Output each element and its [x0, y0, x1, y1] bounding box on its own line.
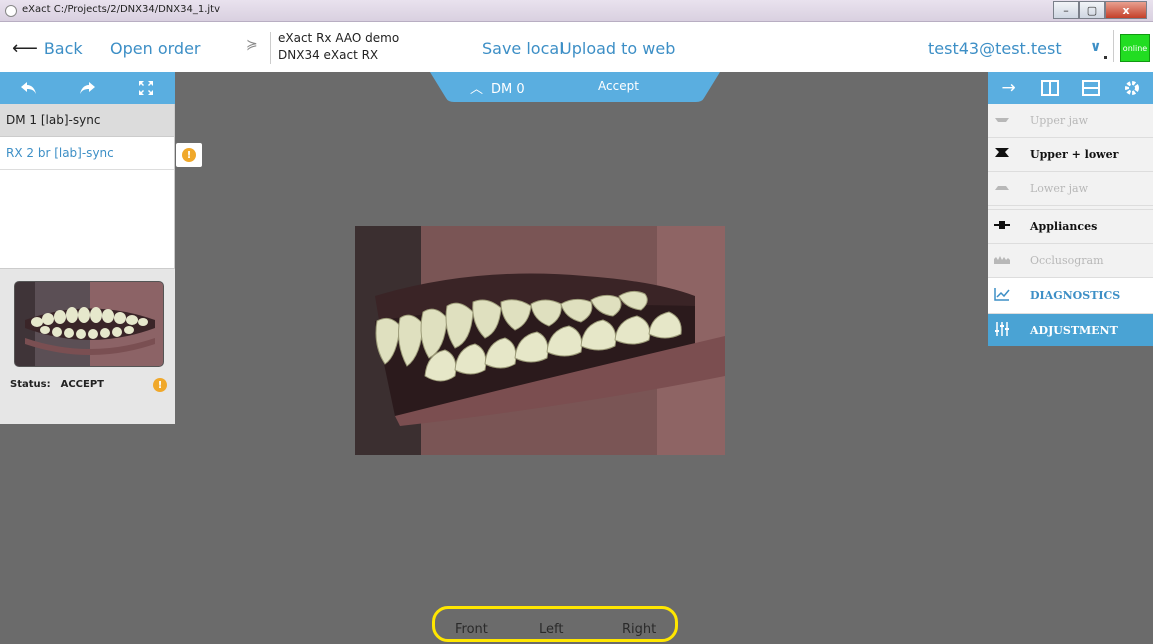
menu-item-upper-jaw[interactable]: Upper jaw [988, 104, 1153, 138]
close-button[interactable]: x [1105, 1, 1147, 19]
app-icon [5, 5, 17, 17]
view-right-button[interactable]: Right [622, 622, 656, 637]
status-value: ACCEPT [60, 379, 104, 390]
warning-badge[interactable]: ! [176, 143, 202, 167]
menu-item-label: Upper + lower [1030, 148, 1119, 161]
warning-icon: ! [153, 378, 167, 392]
gear-icon[interactable] [1112, 72, 1153, 104]
window-controls: – ▢ x [1053, 1, 1147, 19]
dm-tab[interactable]: ︿ DM 0 Accept [430, 72, 720, 102]
lower-jaw-icon [994, 182, 1016, 195]
list-item-rx2[interactable]: RX 2 br [lab]-sync [0, 137, 174, 170]
menu-item-label: Appliances [1030, 220, 1098, 233]
redo-icon[interactable] [58, 72, 116, 104]
app-window: eXact C:/Projects/2/DNX34/DNX34_1.jtv – … [0, 0, 1153, 644]
occlusogram-icon [994, 254, 1016, 267]
open-order-button[interactable]: Open order [110, 39, 200, 58]
left-toolbar [0, 72, 175, 104]
undo-icon[interactable] [0, 72, 58, 104]
back-label: Back [43, 39, 83, 58]
menu-item-occlusogram[interactable]: Occlusogram [988, 244, 1153, 278]
window-title: eXact C:/Projects/2/DNX34/DNX34_1.jtv [22, 4, 221, 15]
split-horizontal-icon[interactable] [1071, 72, 1112, 104]
view-options-panel: Upper jaw Upper + lower Lower jaw Applia… [988, 104, 1153, 346]
view-left-button[interactable]: Left [539, 622, 563, 637]
divider [270, 32, 271, 64]
menu-item-upper-lower[interactable]: Upper + lower [988, 138, 1153, 172]
chevron-up-icon: ︿ [470, 82, 484, 97]
user-dot [1104, 56, 1107, 59]
window-titlebar: eXact C:/Projects/2/DNX34/DNX34_1.jtv – … [0, 0, 1153, 22]
arrow-right-icon[interactable]: → [988, 72, 1029, 104]
dm-label: DM 0 [491, 82, 525, 97]
preview-area: Status: ACCEPT ! [0, 268, 175, 424]
dm-tab-label: ︿ DM 0 [470, 78, 525, 97]
menu-item-label: ADJUSTMENT [1030, 323, 1118, 337]
status-line: Status: ACCEPT [10, 379, 104, 390]
appliance-icon [994, 220, 1016, 233]
case-info: eXact Rx AAO demo DNX34 eXact RX [278, 30, 399, 64]
online-status-badge: online [1120, 34, 1150, 62]
sliders-icon [994, 321, 1016, 339]
double-chevron-down-icon[interactable]: ≽ [246, 37, 258, 53]
maximize-button[interactable]: ▢ [1079, 1, 1105, 19]
chart-icon [994, 287, 1016, 304]
menu-item-lower-jaw[interactable]: Lower jaw [988, 172, 1153, 206]
split-vertical-icon[interactable] [1029, 72, 1070, 104]
upload-to-web-button[interactable]: Upload to web [560, 39, 675, 58]
chevron-down-icon[interactable]: ∨ [1090, 39, 1101, 55]
accept-button[interactable]: Accept [598, 79, 639, 93]
right-toolbar: → [988, 72, 1153, 104]
minimize-button[interactable]: – [1053, 1, 1079, 19]
menu-item-diagnostics[interactable]: DIAGNOSTICS [988, 278, 1153, 314]
user-account[interactable]: test43@test.test [928, 39, 1062, 58]
case-subtitle: DNX34 eXact RX [278, 48, 379, 62]
divider [1113, 30, 1114, 62]
warning-icon: ! [182, 148, 196, 162]
save-local-button[interactable]: Save local [482, 39, 564, 58]
menu-item-label: Lower jaw [1030, 182, 1088, 195]
upper-jaw-icon [994, 114, 1016, 127]
back-button[interactable]: ⟵ Back [12, 38, 83, 59]
menu-item-adjustment[interactable]: ADJUSTMENT [988, 314, 1153, 346]
menu-item-appliances[interactable]: Appliances [988, 210, 1153, 244]
list-item-dm1[interactable]: DM 1 [lab]-sync [0, 104, 174, 137]
case-title: eXact Rx AAO demo [278, 31, 400, 45]
back-arrow-icon: ⟵ [12, 38, 38, 59]
fullscreen-icon[interactable] [117, 72, 175, 104]
menu-item-label: DIAGNOSTICS [1030, 289, 1121, 302]
status-key: Status: [10, 379, 51, 390]
model-list-panel: DM 1 [lab]-sync RX 2 br [lab]-sync Statu… [0, 104, 175, 424]
upper-lower-icon [994, 148, 1016, 161]
dental-model-3d[interactable] [355, 226, 725, 455]
model-thumbnail[interactable] [14, 281, 164, 367]
menu-item-label: Upper jaw [1030, 114, 1089, 127]
view-front-button[interactable]: Front [455, 622, 488, 637]
top-bar: ⟵ Back Open order ≽ eXact Rx AAO demo DNX… [0, 22, 1153, 72]
menu-item-label: Occlusogram [1030, 254, 1104, 267]
